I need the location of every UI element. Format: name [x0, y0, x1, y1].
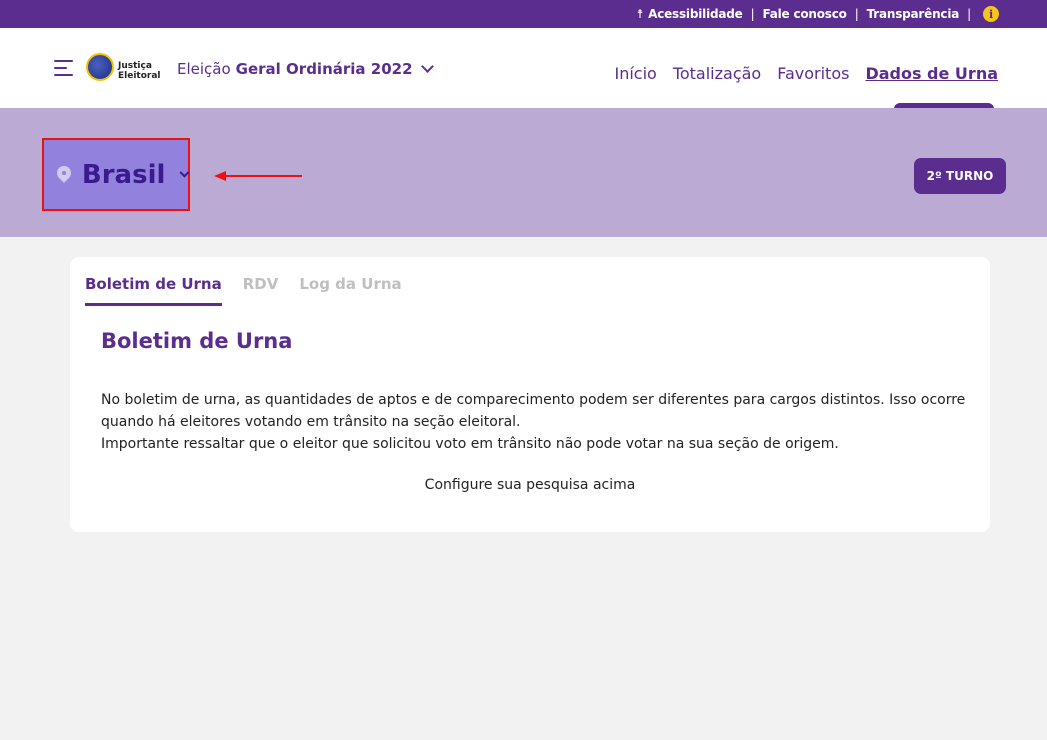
logo-line-2: Eleitoral: [118, 71, 161, 81]
top-utility-bar: ☨ Acessibilidade | Fale conosco | Transp…: [0, 0, 1047, 28]
globe-icon: [86, 53, 114, 81]
content-card: Boletim de Urna RDV Log da Urna Boletim …: [70, 257, 990, 532]
main-nav: Início Totalização Favoritos Dados de Ur…: [598, 64, 998, 83]
election-prefix: Eleição: [177, 60, 231, 78]
annotation-arrow-icon: [214, 171, 302, 181]
location-selector[interactable]: Brasil: [42, 138, 190, 211]
justica-eleitoral-logo[interactable]: Justiça Eleitoral: [86, 52, 161, 84]
menu-icon[interactable]: [54, 60, 73, 76]
description-paragraph-2: Importante ressaltar que o eleitor que s…: [101, 436, 839, 452]
separator: |: [750, 7, 755, 21]
separator: |: [854, 7, 859, 21]
description: No boletim de urna, as quantidades de ap…: [101, 389, 971, 455]
location-band: Brasil 2º TURNO: [0, 108, 1047, 237]
tab-boletim-de-urna[interactable]: Boletim de Urna: [85, 275, 222, 306]
separator: |: [967, 7, 971, 21]
logo-line-1: Justiça: [118, 61, 152, 71]
site-header: Justiça Eleitoral Eleição Geral Ordinári…: [0, 28, 1047, 109]
section-title: Boletim de Urna: [101, 329, 293, 353]
search-hint: Configure sua pesquisa acima: [424, 477, 636, 493]
accessibility-icon: ☨: [636, 7, 644, 21]
location-label: Brasil: [81, 159, 166, 190]
accessibility-link[interactable]: Acessibilidade: [648, 7, 743, 21]
utility-links: ☨ Acessibilidade | Fale conosco | Transp…: [637, 0, 999, 28]
transparency-link[interactable]: Transparência: [867, 7, 960, 21]
tab-log-da-urna[interactable]: Log da Urna: [299, 275, 401, 306]
info-icon[interactable]: i: [983, 6, 999, 22]
nav-dados-de-urna[interactable]: Dados de Urna: [865, 64, 998, 83]
nav-inicio[interactable]: Início: [614, 64, 656, 83]
content-tabs: Boletim de Urna RDV Log da Urna: [85, 275, 423, 306]
chevron-down-icon: [420, 60, 434, 73]
second-round-button[interactable]: 2º TURNO: [914, 158, 1006, 194]
logo-text: Justiça Eleitoral: [118, 61, 161, 81]
description-paragraph-1: No boletim de urna, as quantidades de ap…: [101, 392, 966, 430]
nav-favoritos[interactable]: Favoritos: [777, 64, 849, 83]
tab-rdv[interactable]: RDV: [243, 275, 279, 306]
chevron-down-icon: [179, 167, 190, 178]
map-pin-icon: [57, 166, 70, 184]
nav-totalizacao[interactable]: Totalização: [673, 64, 761, 83]
contact-link[interactable]: Fale conosco: [762, 7, 846, 21]
election-name: Geral Ordinária 2022: [235, 60, 413, 78]
election-selector[interactable]: Eleição Geral Ordinária 2022: [177, 60, 434, 78]
